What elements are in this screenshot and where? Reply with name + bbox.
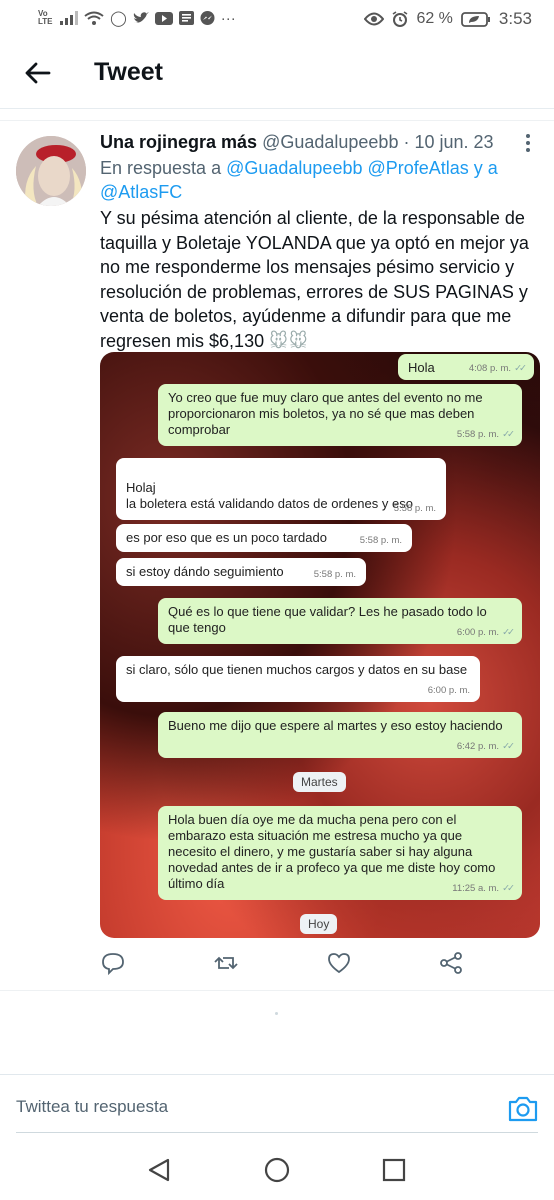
message-text: si claro, sólo que tienen muchos cargos … <box>126 662 468 677</box>
reply-icon[interactable] <box>100 950 126 976</box>
chat-bubble: Bueno me dijo que espere al martes y eso… <box>158 712 522 758</box>
page-title: Tweet <box>94 58 163 86</box>
battery-percent: 62 % <box>416 10 453 27</box>
reply-input-underline <box>16 1132 538 1133</box>
more-notifications-icon: ··· <box>220 9 236 27</box>
share-icon[interactable] <box>438 950 464 976</box>
more-options-icon[interactable] <box>520 132 536 154</box>
back-arrow-icon[interactable] <box>22 58 52 88</box>
avatar-image <box>16 136 86 206</box>
message-text: Hola buen día oye me da mucha pena pero … <box>168 812 496 891</box>
message-time: 5:58 p. m. ✓✓ <box>456 429 515 440</box>
date-chip: Hoy <box>300 914 338 934</box>
signal-icon <box>60 11 78 25</box>
like-icon[interactable] <box>326 950 352 976</box>
author-name[interactable]: Una rojinegra más <box>100 132 257 152</box>
tweet-meta: Una rojinegra más @Guadalupeebb · 10 jun… <box>100 132 494 153</box>
tweet-date[interactable]: · 10 jun. 23 <box>403 132 493 152</box>
message-text: Qué es lo que tiene que validar? Les he … <box>168 604 487 635</box>
chat-bubble: si claro, sólo que tienen muchos cargos … <box>116 656 480 702</box>
message-time: 6:00 p. m. ✓✓ <box>456 627 515 638</box>
double-check-icon: ✓✓ <box>502 883 515 894</box>
message-text: Bueno me dijo que espere al martes y eso… <box>168 718 503 733</box>
avatar[interactable] <box>16 136 86 206</box>
nav-home-icon[interactable] <box>263 1156 291 1184</box>
divider <box>0 990 554 991</box>
tweet-body: Y su pésima atención al cliente, de la r… <box>100 208 529 351</box>
message-text: Yo creo que fue muy claro que antes del … <box>168 390 483 437</box>
message-time: 6:42 p. m. ✓✓ <box>456 741 515 752</box>
message-time: 5:58 p. m. <box>393 503 436 514</box>
chat-bubble: Hola buen día oye me da mucha pena pero … <box>158 806 522 900</box>
message-text: Hola <box>408 360 435 375</box>
youtube-icon <box>154 11 173 25</box>
reply-input[interactable]: Twittea tu respuesta <box>16 1097 168 1117</box>
twitter-bird-icon <box>133 12 149 23</box>
nav-back-icon[interactable] <box>146 1156 174 1184</box>
status-right: 62 % 3:53 <box>364 9 532 29</box>
eye-icon <box>364 12 385 26</box>
mouse-emoji: 🐭🐭 <box>269 330 309 351</box>
message-time: 5:58 p. m. <box>313 569 356 580</box>
divider <box>0 120 554 121</box>
double-check-icon: ✓✓ <box>514 363 527 374</box>
chat-bubble: Yo creo que fue muy claro que antes del … <box>158 384 522 446</box>
clock: 3:53 <box>498 9 532 28</box>
chat-bubble: Hola 4:08 p. m. ✓✓ <box>398 354 534 380</box>
battery-icon <box>461 11 490 27</box>
retweet-icon[interactable] <box>213 950 239 976</box>
status-left: Vo LTE ◯ ··· <box>38 9 236 28</box>
double-check-icon: ✓✓ <box>502 741 515 752</box>
message-text: Holaj la boletera está validando datos d… <box>126 480 413 511</box>
top-app-bar: Tweet <box>0 38 554 109</box>
date-chip: Martes <box>293 772 346 792</box>
reply-context: En respuesta a @Guadalupeebb @ProfeAtlas… <box>100 156 520 204</box>
message-text: es por eso que es un poco tardado <box>126 530 327 545</box>
tweet-actions <box>100 950 540 980</box>
tweet-media-image[interactable]: Hola 4:08 p. m. ✓✓ Yo creo que fue muy cl… <box>100 352 540 938</box>
whatsapp-icon: ◯ <box>110 10 127 27</box>
message-time: 6:00 p. m. <box>427 685 470 696</box>
system-navigation-bar <box>0 1140 554 1200</box>
news-icon <box>178 11 194 25</box>
tweet-text: Y su pésima atención al cliente, de la r… <box>100 206 540 353</box>
double-check-icon: ✓✓ <box>502 627 515 638</box>
message-text: si estoy dándo seguimiento <box>126 564 284 579</box>
volte-indicator: Vo LTE <box>38 9 53 26</box>
camera-icon[interactable] <box>506 1092 540 1126</box>
message-time: 4:08 p. m. ✓✓ <box>468 363 527 374</box>
wifi-icon <box>84 11 104 25</box>
double-check-icon: ✓✓ <box>502 429 515 440</box>
nav-recents-icon[interactable] <box>380 1156 408 1184</box>
messenger-icon <box>200 10 215 25</box>
reply-prefix: En respuesta a <box>100 158 222 178</box>
message-time: 11:25 a. m. ✓✓ <box>452 883 515 894</box>
message-time: 5:58 p. m. <box>359 535 402 546</box>
status-bar: Vo LTE ◯ ··· 62 % 3:53 <box>0 0 554 38</box>
chat-bubble: si estoy dándo seguimiento 5:58 p. m. <box>116 558 366 586</box>
chat-bubble: Qué es lo que tiene que validar? Les he … <box>158 598 522 644</box>
chat-bubble: es por eso que es un poco tardado 5:58 p… <box>116 524 412 552</box>
author-handle[interactable]: @Guadalupeebb <box>262 132 398 152</box>
alarm-icon <box>392 11 408 27</box>
chat-bubble: Holaj la boletera está validando datos d… <box>116 458 446 520</box>
scroll-indicator <box>275 1012 278 1015</box>
